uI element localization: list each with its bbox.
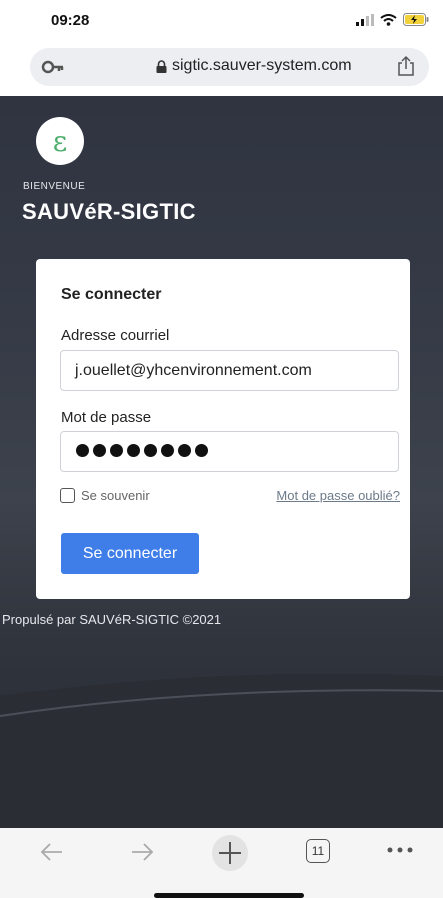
app-title: SAUVéR-SIGTIC: [22, 199, 196, 224]
login-title: Se connecter: [61, 286, 162, 303]
share-icon[interactable]: [397, 55, 415, 77]
footer-text: Propulsé par SAUVéR-SIGTIC ©2021: [2, 612, 222, 627]
forgot-password-link[interactable]: Mot de passe oublié?: [276, 488, 400, 503]
key-icon[interactable]: [41, 57, 65, 77]
wifi-icon: [380, 13, 397, 26]
status-time: 09:28: [51, 12, 90, 29]
email-field[interactable]: j.ouellet@yhcenvironnement.com: [60, 350, 399, 391]
email-label: Adresse courriel: [61, 327, 170, 344]
status-bar: 09:28: [0, 0, 443, 40]
road-background: [0, 673, 443, 828]
back-icon[interactable]: [38, 838, 66, 866]
tab-count: 11: [311, 844, 325, 858]
remember-label[interactable]: Se souvenir: [81, 488, 150, 503]
address-bar[interactable]: sigtic.sauver-system.com: [30, 48, 429, 86]
signal-icon: [356, 13, 374, 26]
login-button[interactable]: Se connecter: [61, 533, 199, 574]
home-indicator: [154, 893, 304, 898]
more-icon[interactable]: [386, 846, 414, 854]
password-field[interactable]: [60, 431, 399, 472]
password-mask: [76, 444, 208, 457]
new-tab-icon[interactable]: [211, 834, 249, 872]
status-icons: [356, 13, 429, 26]
lock-icon: [156, 60, 167, 73]
browser-toolbar: 11: [0, 828, 443, 898]
battery-icon: [403, 13, 429, 26]
login-card: Se connecter Adresse courriel j.ouellet@…: [36, 259, 410, 599]
logo-letter: ε: [52, 124, 68, 158]
remember-me[interactable]: Se souvenir: [60, 488, 150, 503]
password-label: Mot de passe: [61, 409, 152, 426]
app-logo: ε: [36, 117, 84, 165]
welcome-text: BIENVENUE: [23, 181, 86, 192]
forward-icon[interactable]: [128, 838, 156, 866]
tabs-icon[interactable]: 11: [306, 839, 330, 863]
url-text[interactable]: sigtic.sauver-system.com: [172, 57, 352, 75]
remember-checkbox[interactable]: [60, 488, 75, 503]
